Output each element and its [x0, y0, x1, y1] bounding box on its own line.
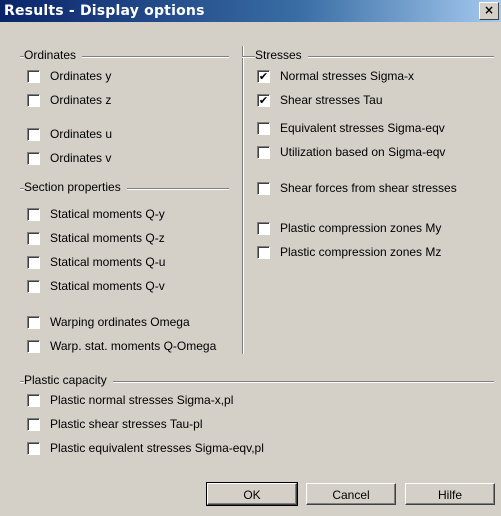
checkbox-utilization-sigma-eqv[interactable]: Utilization based on Sigma-eqv [257, 144, 445, 160]
checkbox-warp-stat-moments-q-omega[interactable]: Warp. stat. moments Q-Omega [27, 338, 216, 354]
checkbox-equivalent-stresses-sigma-eqv[interactable]: Equivalent stresses Sigma-eqv [257, 120, 445, 136]
checkbox-box[interactable] [27, 393, 40, 407]
section-properties-group-label: Section properties [24, 180, 127, 194]
checkbox-box[interactable] [27, 127, 40, 141]
checkbox-box[interactable] [27, 417, 40, 431]
checkbox-label: Plastic equivalent stresses Sigma-eqv,pl [50, 441, 264, 455]
checkbox-shear-stresses-tau[interactable]: ✔ Shear stresses Tau [257, 92, 383, 108]
checkbox-statical-moments-q-z[interactable]: Statical moments Q-z [27, 230, 165, 246]
checkbox-box[interactable] [27, 69, 40, 83]
window-title: Results - Display options [4, 3, 205, 19]
checkbox-statical-moments-q-v[interactable]: Statical moments Q-v [27, 278, 165, 294]
checkbox-plastic-shear-stresses[interactable]: Plastic shear stresses Tau-pl [27, 416, 203, 432]
checkbox-label: Ordinates z [50, 93, 112, 107]
ordinates-group-label: Ordinates [24, 48, 83, 62]
checkbox-box[interactable] [27, 315, 40, 329]
close-button[interactable]: × [479, 2, 499, 20]
checkbox-ordinates-y[interactable]: Ordinates y [27, 68, 111, 84]
checkbox-box[interactable] [27, 207, 40, 221]
checkbox-label: Warp. stat. moments Q-Omega [50, 339, 217, 353]
ok-button[interactable]: OK [206, 482, 298, 506]
checkbox-shear-forces-from-shear-stresses[interactable]: Shear forces from shear stresses [257, 180, 457, 196]
checkbox-box[interactable] [257, 181, 270, 195]
checkbox-plastic-compression-zones-mz[interactable]: Plastic compression zones Mz [257, 244, 441, 260]
checkbox-label: Plastic shear stresses Tau-pl [50, 417, 203, 431]
checkbox-box[interactable] [257, 221, 270, 235]
stresses-group-label: Stresses [255, 48, 308, 62]
checkbox-statical-moments-q-u[interactable]: Statical moments Q-u [27, 254, 165, 270]
checkbox-label: Equivalent stresses Sigma-eqv [280, 121, 445, 135]
checkbox-box[interactable] [27, 93, 40, 107]
checkbox-label: Statical moments Q-u [50, 255, 166, 269]
checkbox-box[interactable] [27, 255, 40, 269]
checkbox-label: Shear forces from shear stresses [280, 181, 457, 195]
checkbox-box[interactable] [257, 121, 270, 135]
checkbox-normal-stresses-sigma-x[interactable]: ✔ Normal stresses Sigma-x [257, 68, 414, 84]
checkbox-box[interactable] [257, 245, 270, 259]
checkbox-label: Utilization based on Sigma-eqv [280, 145, 446, 159]
checkbox-label: Normal stresses Sigma-x [280, 69, 415, 83]
checkbox-ordinates-z[interactable]: Ordinates z [27, 92, 111, 108]
checkbox-box[interactable] [257, 145, 270, 159]
checkbox-ordinates-u[interactable]: Ordinates u [27, 126, 112, 142]
stresses-group-divider [242, 46, 244, 354]
checkbox-label: Shear stresses Tau [280, 93, 383, 107]
checkbox-label: Statical moments Q-y [50, 207, 165, 221]
checkbox-label: Statical moments Q-v [50, 279, 165, 293]
checkbox-statical-moments-q-y[interactable]: Statical moments Q-y [27, 206, 165, 222]
checkbox-label: Statical moments Q-z [50, 231, 165, 245]
checkbox-label: Plastic normal stresses Sigma-x,pl [50, 393, 234, 407]
checkbox-label: Warping ordinates Omega [50, 315, 190, 329]
checkbox-box[interactable] [27, 231, 40, 245]
checkbox-ordinates-v[interactable]: Ordinates v [27, 150, 111, 166]
checkbox-plastic-compression-zones-my[interactable]: Plastic compression zones My [257, 220, 441, 236]
checkbox-label: Ordinates v [50, 151, 112, 165]
plastic-capacity-group-label: Plastic capacity [24, 373, 113, 387]
checkbox-label: Ordinates y [50, 69, 112, 83]
checkbox-box[interactable] [27, 151, 40, 165]
help-button[interactable]: Hilfe [405, 483, 495, 505]
cancel-button[interactable]: Cancel [306, 483, 396, 505]
checkbox-label: Plastic compression zones My [280, 221, 442, 235]
checkbox-box[interactable] [27, 339, 40, 353]
checkbox-box[interactable] [27, 279, 40, 293]
checkbox-plastic-equivalent-stresses[interactable]: Plastic equivalent stresses Sigma-eqv,pl [27, 440, 264, 456]
checkbox-label: Plastic compression zones Mz [280, 245, 442, 259]
title-bar: Results - Display options × [0, 0, 501, 22]
checkbox-box[interactable]: ✔ [257, 69, 270, 83]
checkbox-box[interactable] [27, 441, 40, 455]
checkbox-plastic-normal-stresses[interactable]: Plastic normal stresses Sigma-x,pl [27, 392, 233, 408]
checkbox-warping-ordinates-omega[interactable]: Warping ordinates Omega [27, 314, 190, 330]
checkbox-label: Ordinates u [50, 127, 113, 141]
checkbox-box[interactable]: ✔ [257, 93, 270, 107]
